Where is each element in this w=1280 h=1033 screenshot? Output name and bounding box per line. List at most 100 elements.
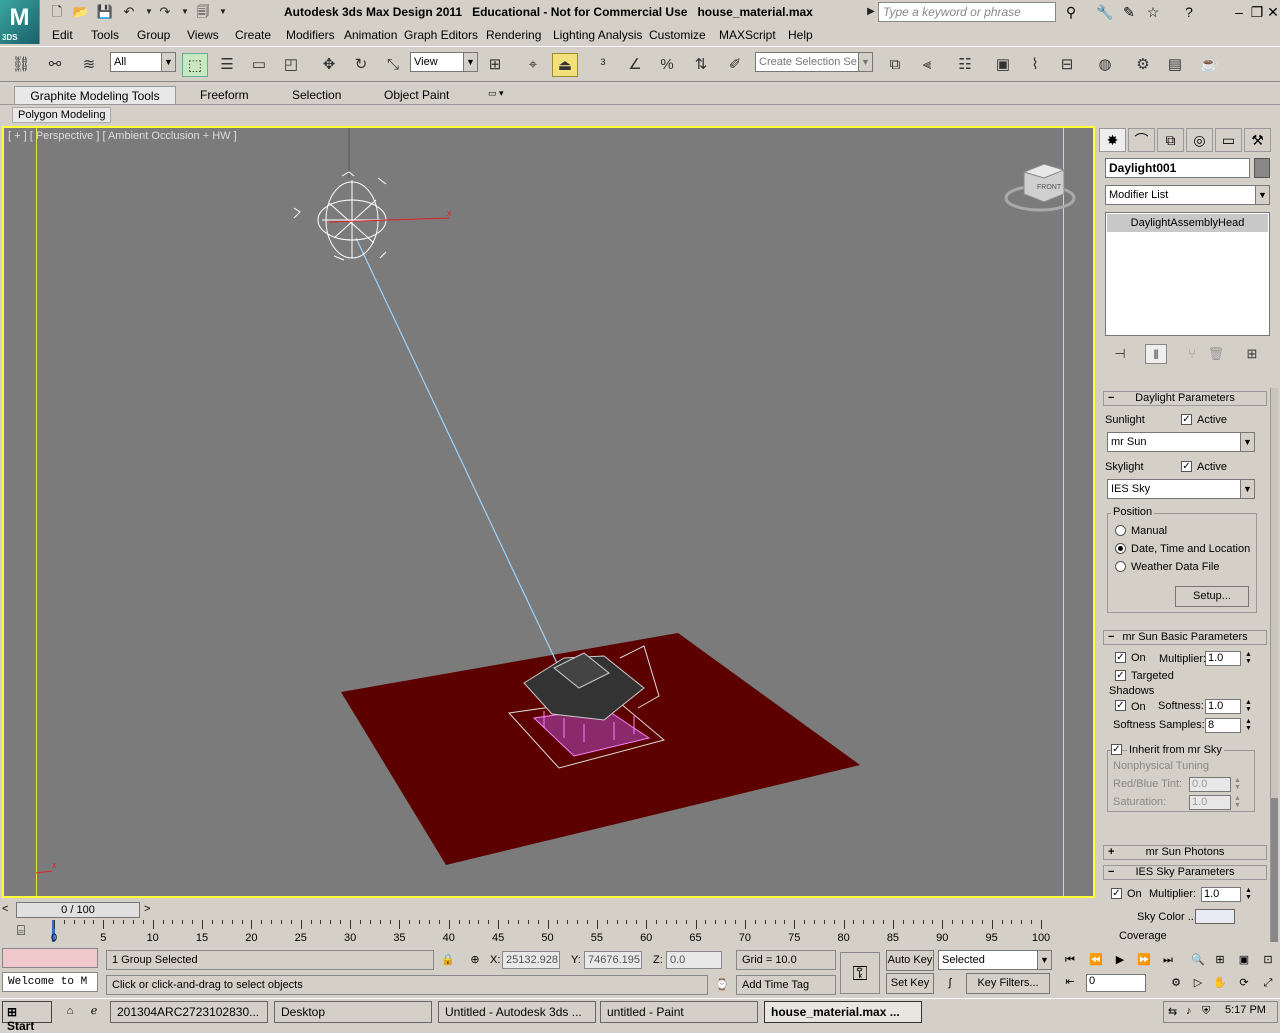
unlink-icon[interactable]: ⚯	[42, 53, 68, 77]
open-file-icon[interactable]: 📂	[72, 3, 90, 21]
sky-color-swatch[interactable]	[1195, 909, 1235, 924]
inherit-from-mr-sky-checkbox[interactable]: ✓	[1111, 744, 1122, 755]
ies-multiplier-spinner[interactable]: 1.0	[1201, 887, 1241, 902]
help-icon[interactable]: ?	[1178, 2, 1200, 22]
window-crossing-icon[interactable]: ◰	[278, 53, 304, 77]
binoculars-icon[interactable]: ⚲	[1060, 2, 1082, 22]
menu-rendering[interactable]: Rendering	[486, 28, 541, 42]
tab-graphite-modeling-tools[interactable]: Graphite Modeling Tools	[14, 86, 176, 104]
maxscript-listener[interactable]: Welcome to M	[2, 972, 98, 992]
softness-samples-spinner[interactable]: 8	[1205, 718, 1241, 733]
redo-dropdown-icon[interactable]: ▼	[176, 3, 194, 21]
next-frame-icon[interactable]: ⏩	[1134, 951, 1154, 969]
mirror-icon[interactable]: ⧉	[882, 53, 908, 77]
render-teapot-icon[interactable]: ☕	[1196, 53, 1222, 77]
save-icon[interactable]: 💾	[96, 3, 114, 21]
curve-editor-icon[interactable]: ⌇	[1022, 53, 1048, 77]
date-time-location-radio[interactable]	[1115, 543, 1126, 554]
modifier-list-dropdown[interactable]: Modifier List ▼	[1105, 185, 1270, 205]
spinner-arrows-icon[interactable]: ▲ ▼	[1233, 795, 1242, 810]
stack-item[interactable]: DaylightAssemblyHead	[1107, 214, 1268, 232]
spinner-arrows-icon[interactable]: ▲ ▼	[1233, 777, 1242, 792]
set-key-button[interactable]: Set Key	[886, 973, 934, 994]
tab-freeform[interactable]: Freeform	[192, 86, 257, 104]
command-panel-scrollbar[interactable]	[1270, 388, 1278, 942]
menu-customize[interactable]: Customize	[649, 28, 706, 42]
select-manipulate-icon[interactable]: ⌖	[520, 53, 546, 77]
perspective-viewport[interactable]: [ + ] [ Perspective ] [ Ambient Occlusio…	[2, 126, 1095, 898]
object-color-swatch[interactable]	[1254, 158, 1270, 178]
menu-maxscript[interactable]: MAXScript	[719, 28, 776, 42]
softness-spinner[interactable]: 1.0	[1205, 699, 1241, 714]
previous-frame-icon[interactable]: ⏪	[1086, 951, 1106, 969]
key-mode-dropdown[interactable]: Selected ▼	[938, 950, 1052, 970]
spinner-arrows-icon[interactable]: ▲ ▼	[1244, 651, 1253, 666]
go-to-end-icon[interactable]: ⏭	[1158, 951, 1178, 969]
scale-icon[interactable]: ⤡	[380, 53, 406, 77]
zoom-extents-icon[interactable]: ▣	[1234, 951, 1254, 969]
tab-selection[interactable]: Selection	[284, 86, 349, 104]
new-file-icon[interactable]: 🗋	[48, 3, 66, 21]
spinner-arrows-icon[interactable]: ▲ ▼	[1244, 887, 1253, 902]
z-coord-field[interactable]: 0.0	[666, 951, 722, 969]
select-by-name-icon[interactable]: ☰	[214, 53, 240, 77]
volume-icon[interactable]: ♪	[1186, 1005, 1192, 1017]
show-end-result-icon[interactable]: ‖	[1145, 344, 1167, 364]
display-tab-icon[interactable]: ▭	[1215, 128, 1242, 152]
create-tab-icon[interactable]: ✸	[1099, 128, 1126, 152]
maximize-viewport-icon[interactable]: ⤢	[1258, 974, 1278, 992]
project-dropdown-icon[interactable]: ▼	[214, 3, 232, 21]
app-logo[interactable]: M 3DS	[0, 0, 40, 44]
set-key-mode-icon[interactable]: ⚿	[840, 952, 880, 994]
subscription-icon[interactable]: 🔧	[1094, 2, 1116, 22]
modifier-stack[interactable]: DaylightAssemblyHead	[1105, 212, 1270, 336]
track-bar[interactable]: ⌸ 0 5 10 15 20 25 30 35 40 45 50 55 60 65 70 75 80 85 90 95…	[0, 920, 1097, 946]
red-blue-tint-spinner[interactable]: 0.0	[1189, 777, 1231, 792]
align-icon[interactable]: ⫷	[914, 53, 940, 77]
quick-launch-desktop-icon[interactable]: ⌂	[60, 1002, 80, 1020]
field-of-view-icon[interactable]: ▷	[1188, 974, 1208, 992]
auto-key-button[interactable]: Auto Key	[886, 950, 934, 971]
key-filters-button[interactable]: Key Filters...	[966, 973, 1050, 994]
angle-snap-icon[interactable]: ∠	[622, 53, 648, 77]
layer-manager-icon[interactable]: ☷	[952, 53, 978, 77]
spinner-arrows-icon[interactable]: ▲ ▼	[1244, 699, 1253, 714]
menu-group[interactable]: Group	[137, 28, 170, 42]
redo-icon[interactable]: ↷	[156, 3, 174, 21]
skylight-type-dropdown[interactable]: IES Sky ▼	[1107, 479, 1255, 499]
quick-launch-ie-icon[interactable]: ℯ	[84, 1002, 104, 1020]
zoom-icon[interactable]: 🔍	[1188, 951, 1208, 969]
maxscript-listener-top[interactable]	[2, 948, 98, 968]
bind-space-warp-icon[interactable]: ≋	[76, 53, 102, 77]
mr-sun-photons-rollout[interactable]: + mr Sun Photons	[1103, 845, 1267, 860]
percent-snap-icon[interactable]: %	[654, 53, 680, 77]
time-slider[interactable]: 0 / 100	[16, 902, 140, 918]
ribbon-options-dropdown-icon[interactable]: ▭ ▾	[480, 86, 512, 104]
mr-sun-multiplier-spinner[interactable]: 1.0	[1205, 651, 1241, 666]
zoom-all-icon[interactable]: ⊞	[1210, 951, 1230, 969]
configure-modifier-sets-icon[interactable]: ⊞	[1241, 344, 1263, 364]
time-slider-next-icon[interactable]: >	[144, 903, 150, 915]
graphite-toggle-icon[interactable]: ▣	[990, 53, 1016, 77]
project-folder-icon[interactable]: 🗐	[194, 3, 212, 21]
utilities-tab-icon[interactable]: ⚒	[1244, 128, 1271, 152]
modify-tab-icon[interactable]: ⌒	[1128, 128, 1155, 152]
menu-lighting-analysis[interactable]: Lighting Analysis	[553, 28, 642, 42]
saturation-spinner[interactable]: 1.0	[1189, 795, 1231, 810]
keyboard-shortcut-override-icon[interactable]: ⏏	[552, 53, 578, 77]
play-icon[interactable]: ▶	[1110, 951, 1130, 969]
menu-tools[interactable]: Tools	[91, 28, 119, 42]
pin-stack-icon[interactable]: ⊣	[1109, 344, 1131, 364]
remove-modifier-icon[interactable]: 🗑	[1205, 344, 1227, 364]
polygon-modeling-panel[interactable]: Polygon Modeling	[12, 107, 112, 123]
menu-edit[interactable]: Edit	[52, 28, 73, 42]
manual-radio[interactable]	[1115, 525, 1126, 536]
render-setup-icon[interactable]: ⚙	[1130, 53, 1156, 77]
named-selection-dropdown[interactable]: Create Selection Se ▼	[755, 52, 873, 72]
search-input[interactable]: Type a keyword or phrase	[878, 2, 1056, 22]
spinner-arrows-icon[interactable]: ▲ ▼	[1244, 718, 1253, 733]
motion-tab-icon[interactable]: ◎	[1186, 128, 1213, 152]
add-time-tag[interactable]: Add Time Tag	[736, 975, 836, 995]
start-button[interactable]: ⊞ Start	[2, 1001, 52, 1033]
shadows-on-checkbox[interactable]: ✓	[1115, 700, 1126, 711]
